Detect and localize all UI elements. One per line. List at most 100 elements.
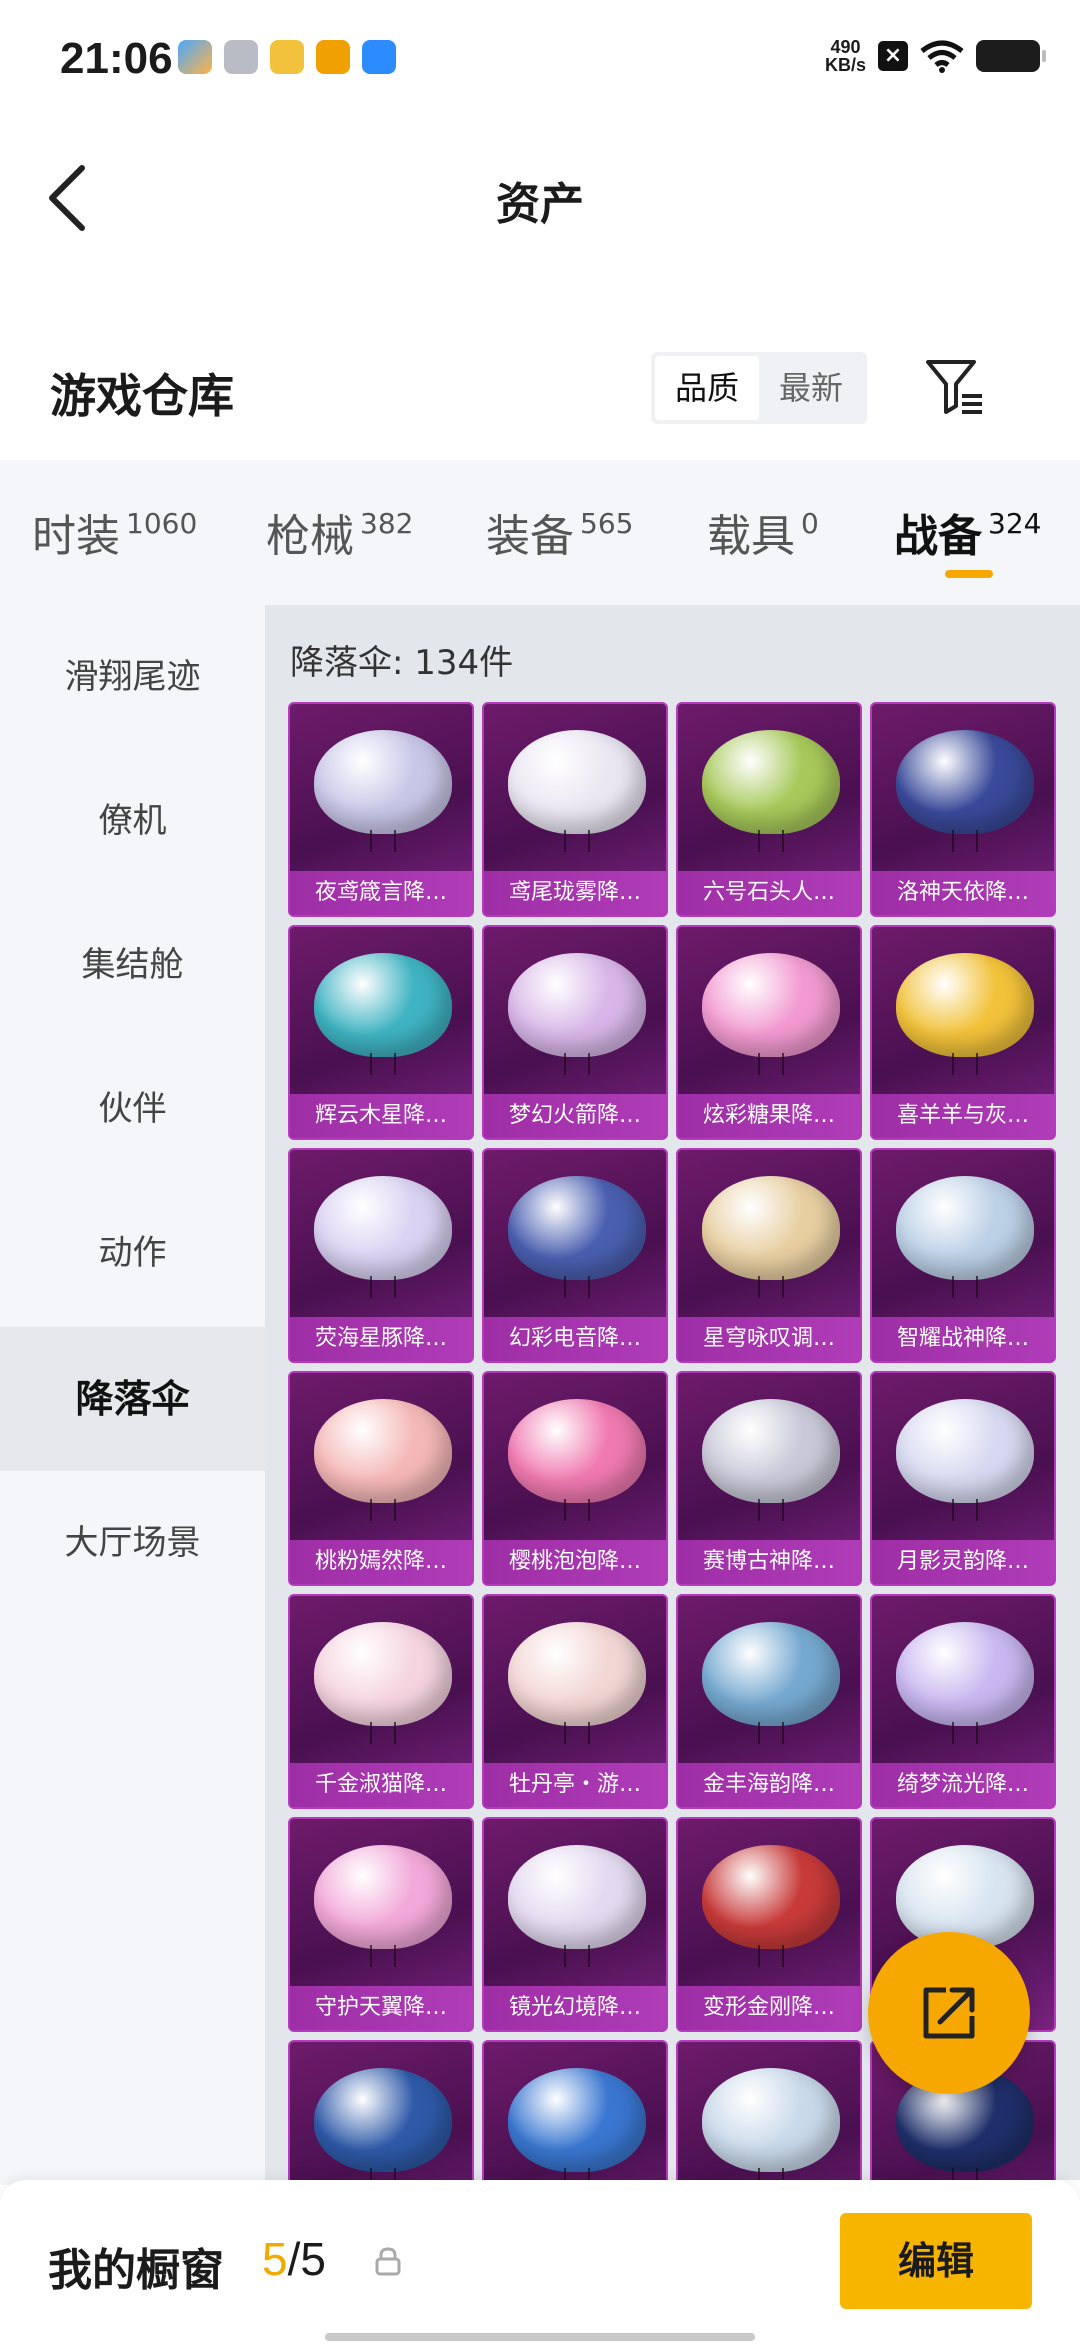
parachute-item-card[interactable] xyxy=(676,2040,862,2180)
parachute-strings xyxy=(952,1276,978,1298)
tab-label: 战备 xyxy=(894,511,982,562)
parachute-item-card[interactable]: 千金淑猫降… xyxy=(288,1594,474,1809)
parachute-strings xyxy=(758,830,784,852)
item-name: 夜鸢箴言降… xyxy=(290,871,472,915)
tab-count: 382 xyxy=(360,507,414,540)
parachute-item-card[interactable]: 绮梦流光降… xyxy=(870,1594,1056,1809)
parachute-item-card[interactable]: 桃粉嫣然降… xyxy=(288,1371,474,1586)
parachute-thumbnail xyxy=(314,730,452,834)
sidebar-item-emote[interactable]: 动作 xyxy=(0,1181,265,1325)
sidebar-item-parachute[interactable]: 降落伞 xyxy=(0,1327,265,1471)
parachute-thumbnail xyxy=(508,2068,646,2172)
parachute-strings xyxy=(758,2168,784,2180)
parachute-item-card[interactable]: 星穹咏叹调… xyxy=(676,1148,862,1363)
parachute-strings xyxy=(564,1945,590,1967)
item-name: 鸢尾珑雾降… xyxy=(484,871,666,915)
parachute-item-card[interactable]: 鸢尾珑雾降… xyxy=(482,702,668,917)
parachute-item-card[interactable]: 洛神天依降… xyxy=(870,702,1056,917)
parachute-item-card[interactable] xyxy=(288,2040,474,2180)
parachute-item-card[interactable]: 梦幻火箭降… xyxy=(482,925,668,1140)
showcase-total: 5 xyxy=(300,2233,326,2285)
wifi-icon xyxy=(920,40,964,73)
item-name: 樱桃泡泡降… xyxy=(484,1540,666,1584)
parachute-thumbnail xyxy=(508,1176,646,1280)
share-button[interactable] xyxy=(868,1932,1030,2094)
parachute-thumbnail xyxy=(314,953,452,1057)
sort-quality-tab[interactable]: 品质 xyxy=(655,356,759,420)
parachute-item-card[interactable]: 牡丹亭・游… xyxy=(482,1594,668,1809)
parachute-item-card[interactable]: 变形金刚降… xyxy=(676,1817,862,2032)
item-name: 绮梦流光降… xyxy=(872,1763,1054,1807)
warehouse-title: 游戏仓库 xyxy=(50,369,234,423)
item-name: 守护天翼降… xyxy=(290,1986,472,2030)
parachute-thumbnail xyxy=(896,953,1034,1057)
settings-notification-icon xyxy=(224,40,258,74)
parachute-thumbnail xyxy=(896,1622,1034,1726)
battery-icon xyxy=(976,40,1046,72)
tab-equipment[interactable]: 装备 565 xyxy=(486,500,633,564)
active-tab-indicator xyxy=(945,570,993,578)
network-speed-unit: KB/s xyxy=(824,55,866,75)
parachute-item-card[interactable]: 喜羊羊与灰… xyxy=(870,925,1056,1140)
filter-icon[interactable] xyxy=(924,356,986,418)
showcase-separator: / xyxy=(287,2233,301,2285)
sidebar-item-assembly-pod[interactable]: 集结舱 xyxy=(0,893,265,1037)
parachute-item-card[interactable]: 辉云木星降… xyxy=(288,925,474,1140)
parachute-strings xyxy=(370,2168,396,2180)
parachute-strings xyxy=(952,1053,978,1075)
sort-newest-tab[interactable]: 最新 xyxy=(759,356,863,420)
parachute-item-card[interactable]: 智耀战神降… xyxy=(870,1148,1056,1363)
parachute-item-card[interactable]: 守护天翼降… xyxy=(288,1817,474,2032)
parachute-item-card[interactable] xyxy=(482,2040,668,2180)
tab-vehicles[interactable]: 载具 0 xyxy=(707,500,819,564)
parachute-strings xyxy=(758,1053,784,1075)
tab-fashion[interactable]: 时装 1060 xyxy=(32,500,197,564)
edit-button[interactable]: 编辑 xyxy=(840,2213,1032,2309)
tab-label: 时装 xyxy=(32,511,120,562)
parachute-thumbnail xyxy=(508,1399,646,1503)
parachute-thumbnail xyxy=(702,730,840,834)
parachute-strings xyxy=(758,1722,784,1744)
tab-firearms[interactable]: 枪械 382 xyxy=(266,500,413,564)
browser-notification-icon xyxy=(362,40,396,74)
parachute-item-card[interactable]: 樱桃泡泡降… xyxy=(482,1371,668,1586)
sidebar-item-wingman[interactable]: 僚机 xyxy=(0,749,265,893)
parachute-item-card[interactable]: 幻彩电音降… xyxy=(482,1148,668,1363)
parachute-item-card[interactable]: 赛博古神降… xyxy=(676,1371,862,1586)
parachute-thumbnail xyxy=(314,1399,452,1503)
parachute-thumbnail xyxy=(314,1845,452,1949)
parachute-item-card[interactable]: 金丰海韵降… xyxy=(676,1594,862,1809)
parachute-item-card[interactable]: 荧海星豚降… xyxy=(288,1148,474,1363)
showcase-label: 我的橱窗 xyxy=(48,2245,224,2296)
showcase-bar: 我的橱窗 5/5 编辑 xyxy=(0,2180,1080,2344)
parachute-item-card[interactable]: 镜光幻境降… xyxy=(482,1817,668,2032)
parachute-item-card[interactable]: 六号石头人… xyxy=(676,702,862,917)
notification-icons xyxy=(178,40,396,74)
parachute-item-card[interactable]: 炫彩糖果降… xyxy=(676,925,862,1140)
item-name: 洛神天依降… xyxy=(872,871,1054,915)
parachute-thumbnail xyxy=(702,1845,840,1949)
item-name: 梦幻火箭降… xyxy=(484,1094,666,1138)
sidebar-item-glide-trail[interactable]: 滑翔尾迹 xyxy=(0,605,265,749)
item-count: 降落伞: 134件 xyxy=(290,643,514,683)
sidebar: 滑翔尾迹 僚机 集结舱 伙伴 动作 降落伞 大厅场景 xyxy=(0,605,265,2185)
parachute-strings xyxy=(564,1722,590,1744)
parachute-item-card[interactable]: 月影灵韵降… xyxy=(870,1371,1056,1586)
item-name: 千金淑猫降… xyxy=(290,1763,472,1807)
item-name: 赛博古神降… xyxy=(678,1540,860,1584)
parachute-thumbnail xyxy=(702,1622,840,1726)
item-name: 金丰海韵降… xyxy=(678,1763,860,1807)
tab-label: 载具 xyxy=(707,511,795,562)
parachute-thumbnail xyxy=(702,953,840,1057)
item-name: 星穹咏叹调… xyxy=(678,1317,860,1361)
sidebar-item-companion[interactable]: 伙伴 xyxy=(0,1037,265,1181)
parachute-thumbnail xyxy=(508,1622,646,1726)
sidebar-item-lobby-scene[interactable]: 大厅场景 xyxy=(0,1471,265,1615)
item-name: 桃粉嫣然降… xyxy=(290,1540,472,1584)
parachute-thumbnail xyxy=(508,730,646,834)
parachute-strings xyxy=(564,2168,590,2180)
parachute-item-card[interactable]: 夜鸢箴言降… xyxy=(288,702,474,917)
tab-battle-gear[interactable]: 战备 324 xyxy=(894,500,1041,564)
parachute-strings xyxy=(564,1276,590,1298)
parachute-strings xyxy=(758,1499,784,1521)
